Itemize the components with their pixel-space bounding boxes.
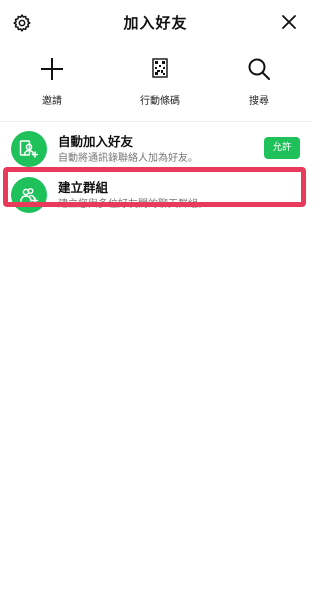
auto-add-avatar [11,131,47,167]
allow-button[interactable]: 允許 [264,137,300,159]
search-label: 搜尋 [249,96,269,107]
auto-add-description: 自動將通訊錄聯絡人加為好友。 [58,153,198,164]
invite-label: 邀請 [42,96,62,107]
auto-add-title: 自動加入好友 [58,134,134,149]
qr-code-label: 行動條碼 [140,96,180,107]
header: 加入好友 [0,0,311,46]
qr-code-button[interactable]: 行動條碼 [125,56,195,107]
contact-add-icon [19,140,39,158]
search-icon [248,58,270,80]
divider [0,121,311,122]
action-bar: 邀請 行動條碼 搜尋 [0,56,311,112]
close-icon[interactable] [281,14,297,30]
qr-code-icon [152,58,168,78]
invite-button[interactable]: 邀請 [17,56,87,107]
search-button[interactable]: 搜尋 [224,56,294,107]
page-title: 加入好友 [123,14,188,32]
plus-icon [41,58,63,80]
highlight-box [3,167,306,207]
